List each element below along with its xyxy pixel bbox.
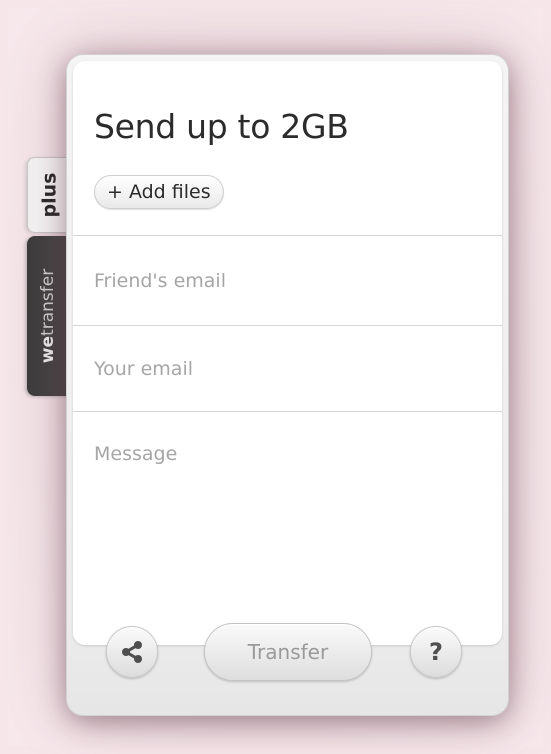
upload-panel: Send up to 2GB + Add files Transfer ? <box>67 55 508 715</box>
help-icon: ? <box>429 638 443 666</box>
help-button[interactable]: ? <box>410 626 462 678</box>
add-files-button[interactable]: + Add files <box>94 175 224 209</box>
logo-suffix: transfer <box>38 268 59 336</box>
logo-prefix: we <box>38 335 59 364</box>
tab-wetransfer[interactable]: wetransfer <box>27 236 70 396</box>
wetransfer-logo: wetransfer <box>39 269 59 363</box>
transfer-form: Send up to 2GB + Add files <box>73 61 502 645</box>
tab-plus[interactable]: plus <box>27 157 70 233</box>
transfer-button[interactable]: Transfer <box>204 623 372 681</box>
tab-plus-label: plus <box>38 172 61 218</box>
page-title: Send up to 2GB <box>94 107 349 146</box>
friend-email-field[interactable] <box>73 235 502 325</box>
share-button[interactable] <box>106 626 158 678</box>
share-icon <box>122 641 142 663</box>
message-field[interactable] <box>73 411 502 645</box>
your-email-field[interactable] <box>73 325 502 411</box>
